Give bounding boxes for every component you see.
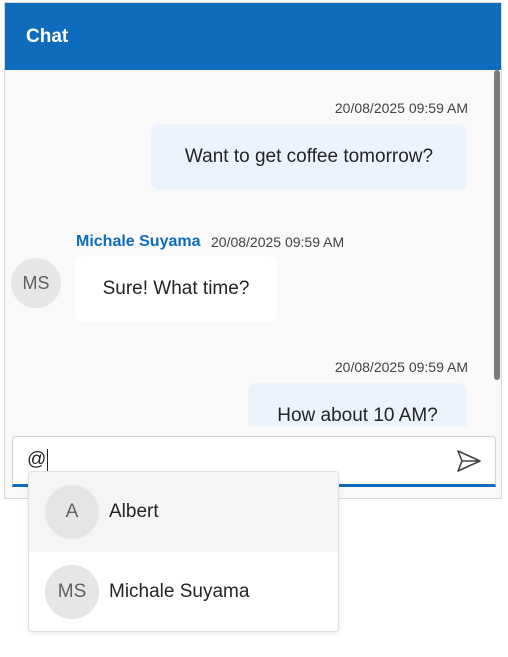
message-list[interactable]: 20/08/2025 09:59 AM Want to get coffee t… [5, 70, 501, 426]
message-bubble-incoming: Sure! What time? [75, 256, 277, 322]
avatar: MS [11, 258, 61, 308]
send-button[interactable] [455, 447, 483, 475]
message-input-value: @ [27, 449, 47, 470]
mention-option[interactable]: A Albert [29, 472, 338, 552]
text-caret [47, 449, 49, 471]
avatar-initials: A [65, 501, 79, 522]
mention-option[interactable]: MS Michale Suyama [29, 552, 338, 631]
avatar: MS [45, 565, 99, 619]
message-timestamp: 20/08/2025 09:59 AM [334, 100, 468, 116]
chat-header: Chat [5, 3, 501, 70]
avatar-initials: MS [22, 272, 50, 293]
chat-title: Chat [26, 25, 69, 47]
message-bubble-outgoing: How about 10 AM? [248, 383, 467, 426]
message-timestamp: 20/08/2025 09:59 AM [334, 359, 468, 375]
message-bubble-outgoing: Want to get coffee tomorrow? [151, 124, 467, 190]
message-input[interactable]: @ [27, 449, 49, 471]
avatar-initials: MS [57, 581, 87, 602]
scrollbar[interactable] [494, 70, 501, 380]
message-timestamp: 20/08/2025 09:59 AM [211, 234, 345, 250]
send-icon [457, 450, 481, 472]
mention-suggestions: A Albert MS Michale Suyama [28, 471, 339, 632]
chat-window: Chat 20/08/2025 09:59 AM Want to get cof… [4, 2, 502, 499]
mention-option-name: Albert [109, 501, 159, 522]
scrollbar-thumb[interactable] [494, 70, 500, 380]
sender-name: Michale Suyama [76, 233, 201, 250]
avatar: A [45, 485, 99, 539]
mention-option-name: Michale Suyama [109, 581, 250, 602]
